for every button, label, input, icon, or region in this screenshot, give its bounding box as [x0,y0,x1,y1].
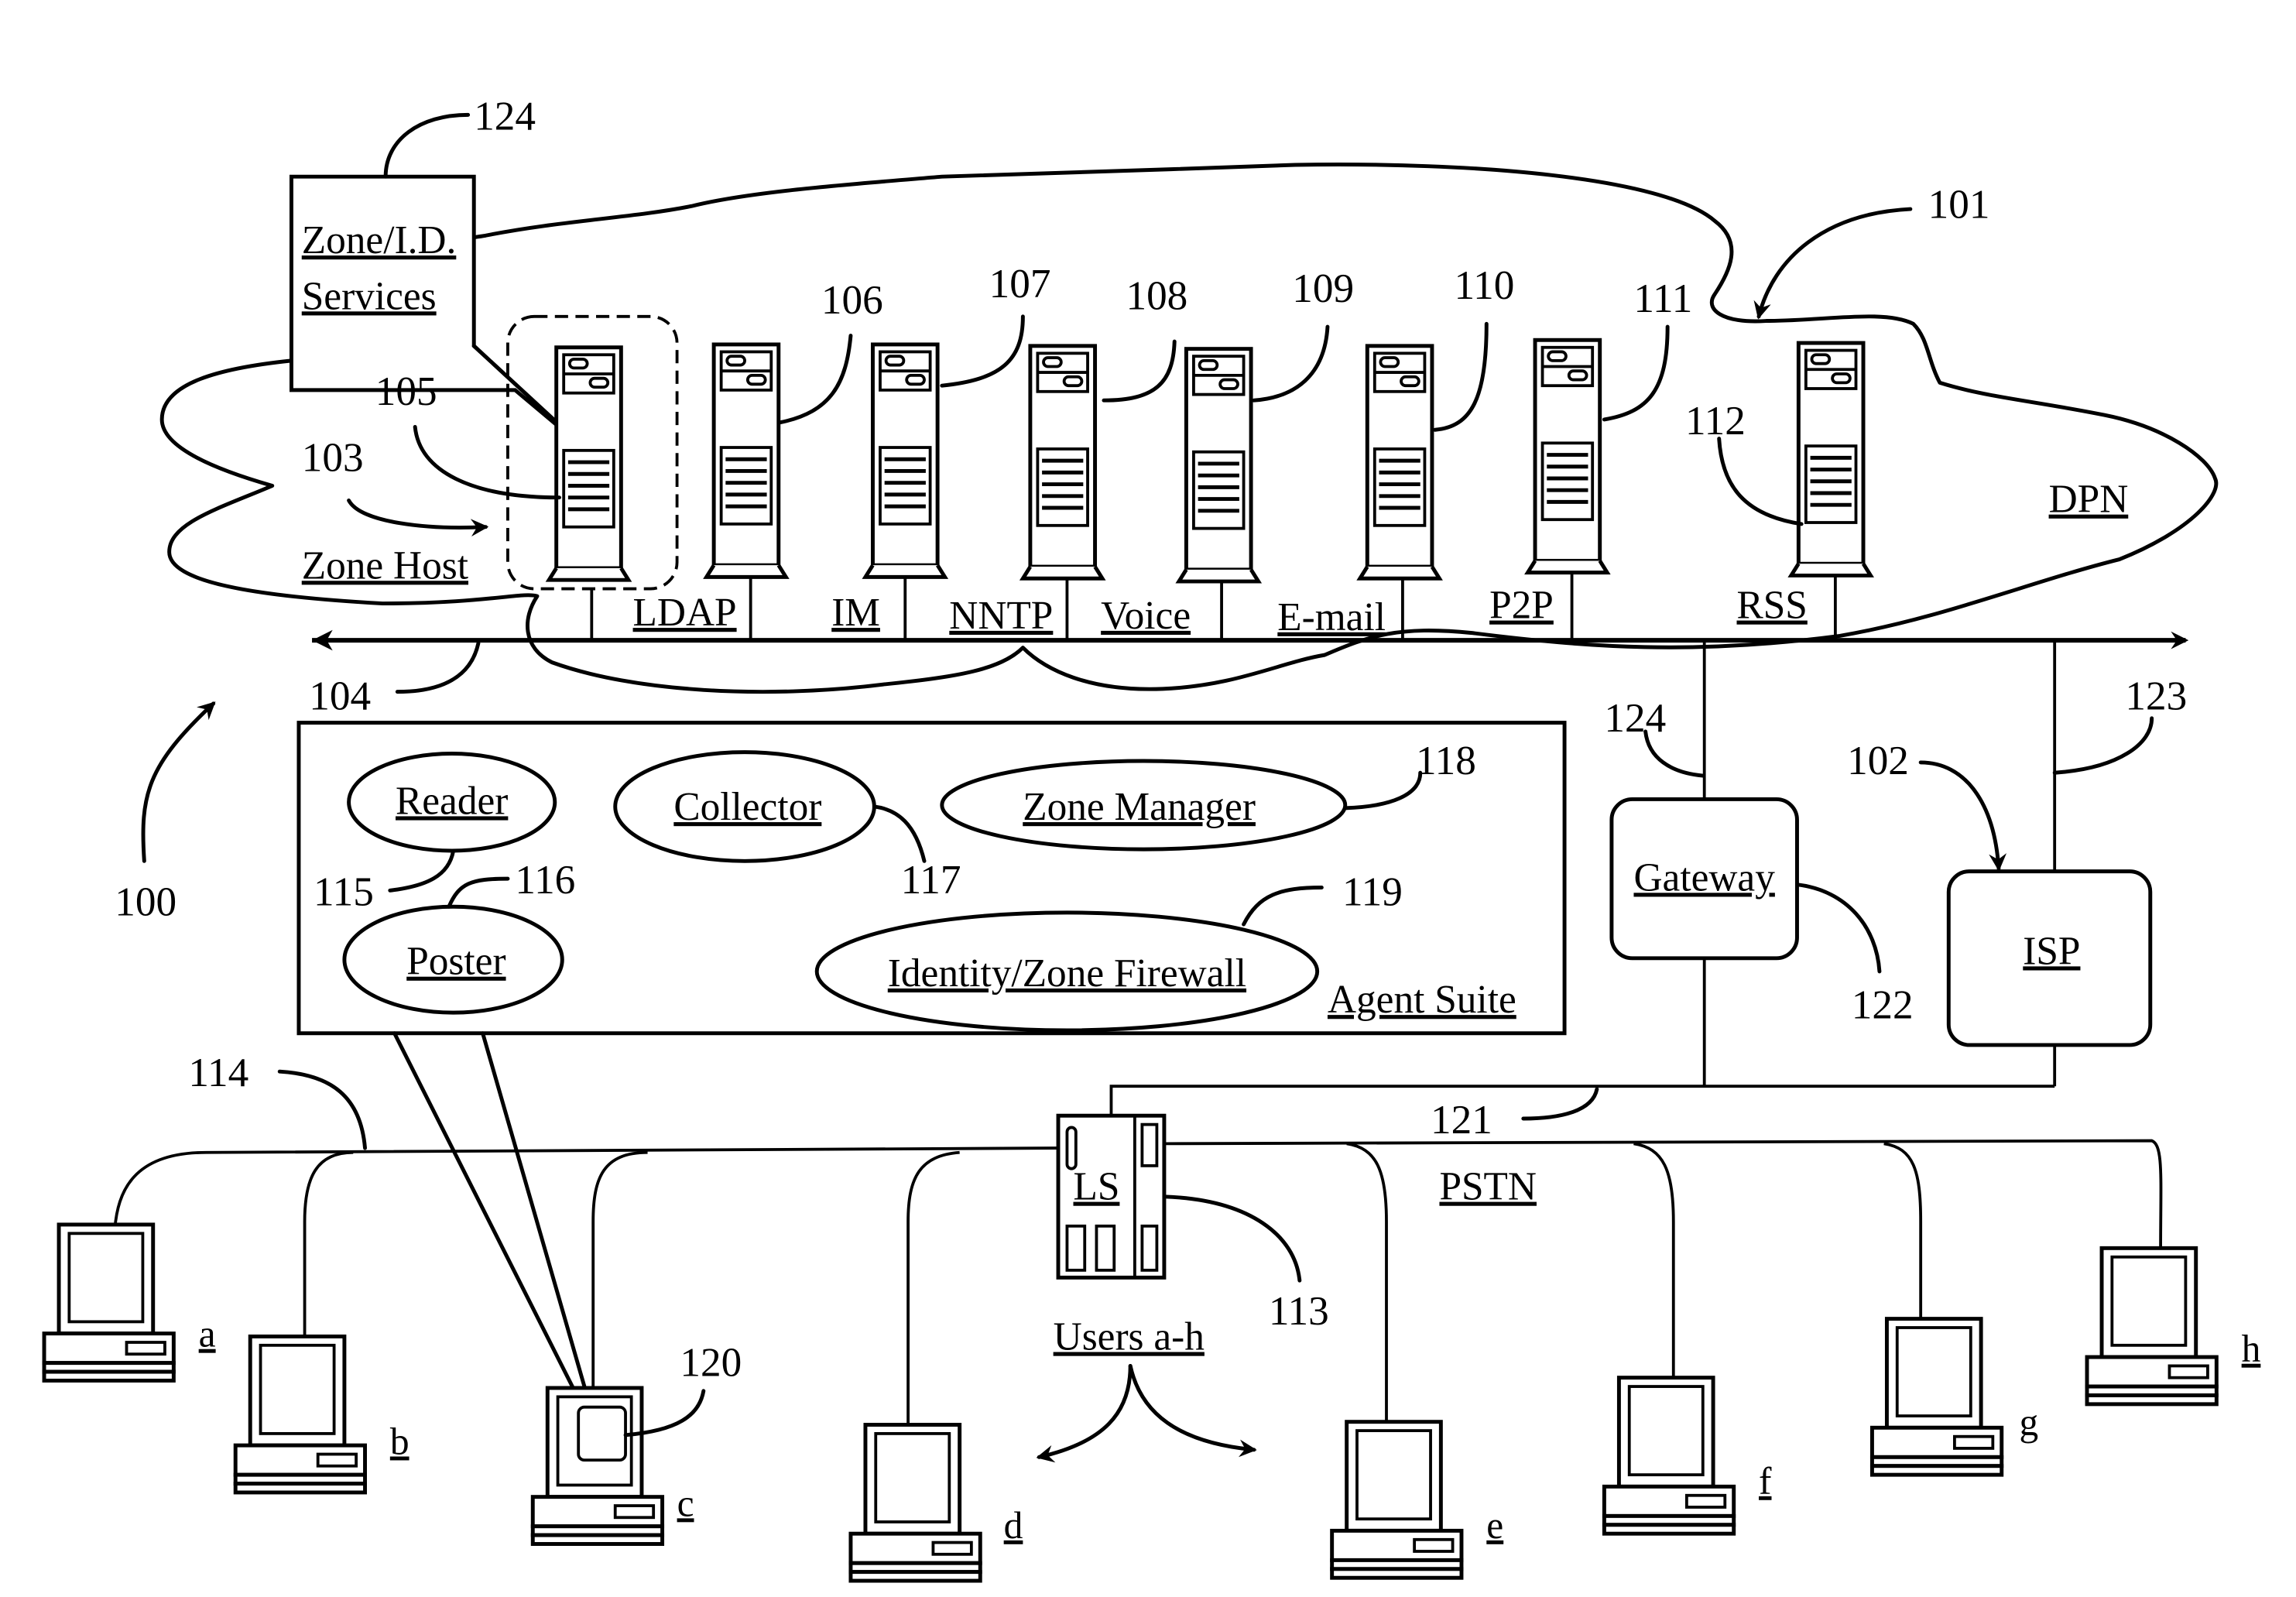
server-p2p [1528,340,1608,572]
ref-102: 102 [1847,738,1909,783]
server-label-email: E-mail [1277,595,1386,639]
server-nntp [1023,346,1102,578]
ref-101: 101 [1928,181,1990,227]
ls-switch: LS [1056,1113,1167,1280]
ref-114: 114 [188,1050,248,1095]
user-f: f [1604,1378,1772,1534]
zone-id-services-line2: Services [302,274,437,318]
agent-suite-title: Agent Suite [1328,978,1516,1022]
ref-118: 118 [1416,738,1476,783]
svg-text:f: f [1759,1460,1772,1503]
server-label-p2p: P2P [1489,584,1554,628]
user-a: a [44,1225,216,1381]
ref-117: 117 [901,857,961,903]
ref-103: 103 [302,434,364,480]
svg-text:c: c [677,1482,694,1524]
user-c: c [533,1388,694,1544]
dpn-label: DPN [2049,478,2129,522]
svg-text:b: b [390,1421,410,1463]
svg-text:g: g [2020,1401,2039,1444]
ref-108: 108 [1126,272,1187,318]
user-d: d [851,1424,1023,1581]
isp-node: ISP [1946,869,2153,1047]
svg-text:Collector: Collector [673,785,821,829]
agent-callout [392,1031,603,1444]
ref-112: 112 [1685,398,1746,444]
zone-host-server [549,348,629,580]
gateway-node: Gateway [1609,797,1799,961]
svg-text:a: a [199,1313,216,1355]
ref-110: 110 [1454,262,1514,308]
ref-124-top: 124 [474,93,536,139]
ls-label: LS [1074,1165,1120,1209]
users-caption: Users a-h [1054,1315,1205,1359]
server-voice [1179,349,1259,581]
zone-host-label: Zone Host [302,543,468,588]
svg-text:Reader: Reader [396,779,508,823]
server-label-rss: RSS [1737,584,1808,628]
server-label-voice: Voice [1101,594,1191,638]
ref-100: 100 [115,879,176,925]
ref-107: 107 [989,261,1051,307]
ref-124-gateway-link: 124 [1604,695,1666,741]
server-label-im: IM [831,591,880,635]
zone-id-services-line1: Zone/I.D. [302,218,457,262]
svg-text:d: d [1004,1504,1023,1547]
agent-suite: Agent Suite Reader 115 Poster 116 Collec… [296,721,1567,1036]
server-rss [1791,343,1871,575]
user-h: h [2087,1248,2261,1404]
ref-106: 106 [821,277,883,323]
ref-109: 109 [1292,266,1354,311]
svg-text:h: h [2242,1328,2261,1370]
ref-115: 115 [314,869,374,914]
ref-105: 105 [375,368,437,414]
zone-id-services-callout: Zone/I.D. Services 124 [289,93,591,454]
user-b: b [235,1336,410,1492]
server-email [1360,346,1440,578]
ref-119: 119 [1342,869,1403,914]
ref-111: 111 [1633,276,1692,321]
server-im [865,344,945,577]
user-g: g [1872,1319,2038,1475]
ref-104: 104 [309,673,371,718]
ref-123: 123 [2125,673,2187,718]
server-label-ldap: LDAP [633,591,737,635]
svg-text:e: e [1486,1504,1503,1547]
server-ldap [707,344,786,577]
user-e: e [1332,1422,1503,1578]
svg-text:Zone Manager: Zone Manager [1023,785,1256,829]
svg-text:Identity/Zone Firewall: Identity/Zone Firewall [888,951,1246,996]
svg-text:ISP: ISP [2023,929,2080,973]
svg-text:Poster: Poster [406,940,505,984]
svg-text:Gateway: Gateway [1633,855,1775,900]
server-label-nntp: NNTP [949,594,1053,638]
pstn-label: PSTN [1439,1165,1537,1209]
ref-113: 113 [1269,1288,1329,1334]
ref-120: 120 [680,1340,742,1386]
ref-122: 122 [1852,982,1914,1028]
ref-116: 116 [515,857,575,903]
network-diagram: Zone/I.D. Services 124 LDAP IM NNTP Voic… [0,93,2261,1597]
ref-121: 121 [1431,1097,1492,1143]
